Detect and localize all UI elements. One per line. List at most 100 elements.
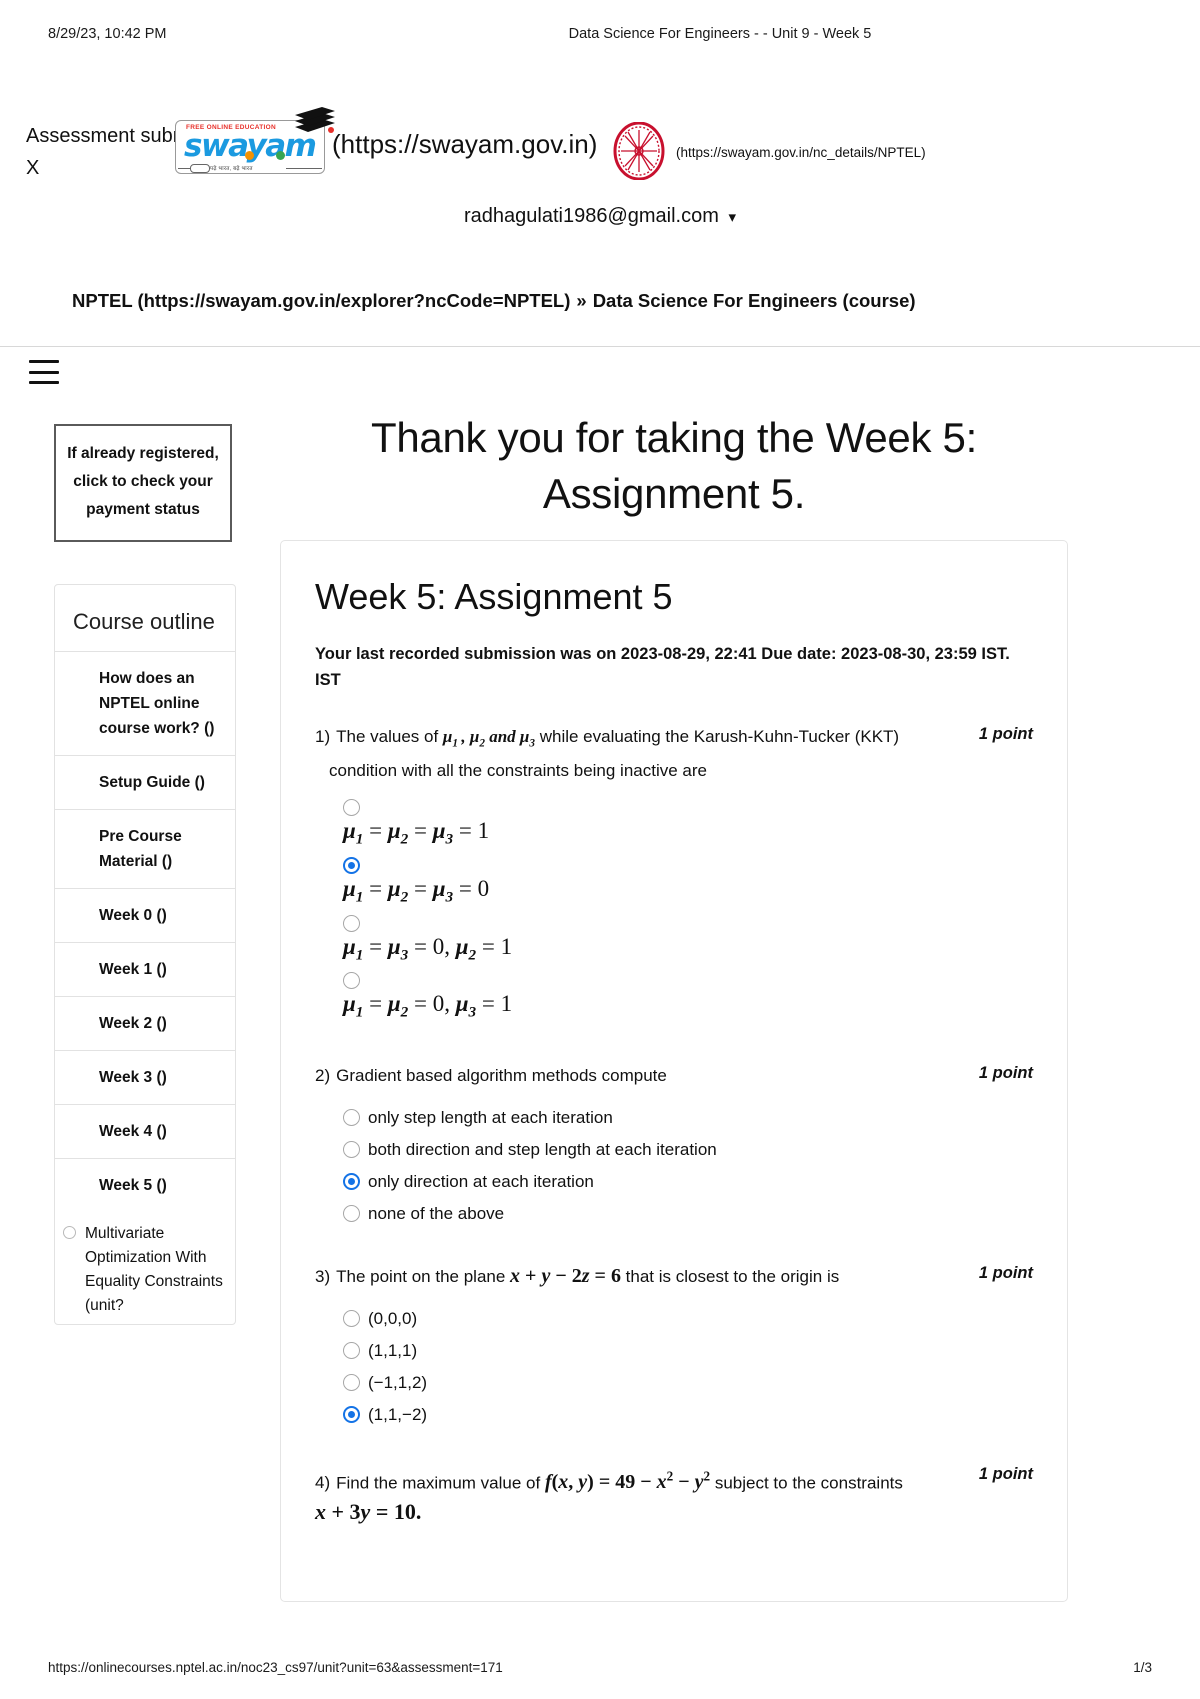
sidebar: If already registered, click to check yo… — [54, 424, 236, 1325]
sidebar-item-pre-course-material[interactable]: Pre Course Material () — [55, 809, 235, 888]
breadcrumb-divider — [0, 346, 1200, 347]
assessment-banner-text: Assessment subm — [26, 125, 190, 147]
option-row[interactable]: (0,0,0) — [343, 1305, 1033, 1333]
option-label: μ1 = μ2 = μ3 = 0 — [343, 875, 490, 906]
nptel-details-link[interactable]: (https://swayam.gov.in/nc_details/NPTEL) — [676, 145, 926, 160]
question-2-points: 1 point — [978, 1063, 1033, 1082]
hamburger-bar-1 — [29, 360, 59, 363]
course-outline-title: Course outline — [73, 609, 215, 634]
option-label: (1,1,−2) — [368, 1404, 428, 1424]
question-3-number: 3) — [315, 1266, 331, 1286]
course-outline-card: Course outline How does an NPTEL online … — [54, 584, 236, 1325]
question-2-body: Gradient based algorithm methods compute — [336, 1065, 667, 1085]
question-4-text-before: Find the maximum value of — [336, 1473, 545, 1493]
option-row[interactable]: none of the above — [343, 1200, 1033, 1228]
question-3-options: (0,0,0) (1,1,1) (−1,1,2) (1,1,−2) — [315, 1305, 1033, 1429]
books-icon — [295, 107, 335, 133]
sidebar-subitem-multivariate-optimization[interactable]: Multivariate Optimization With Equality … — [55, 1212, 235, 1324]
question-4: 4) Find the maximum value of f(x, y) = 49… — [315, 1463, 1033, 1528]
question-1-points: 1 point — [978, 725, 1033, 743]
sidebar-item-week-0[interactable]: Week 0 () — [55, 888, 235, 942]
print-page: 8/29/23, 10:42 PM Data Science For Engin… — [0, 0, 1200, 1699]
swayam-orange-dot — [245, 151, 254, 160]
swayam-tagline: पढ़े भारत, बढ़े भारत — [210, 166, 253, 172]
account-email-label: radhagulati1986@gmail.com — [464, 205, 719, 227]
plug-icon — [182, 164, 210, 173]
option-label: only direction at each iteration — [368, 1171, 594, 1191]
close-icon[interactable]: X — [26, 152, 189, 184]
question-2-header: 2) Gradient based algorithm methods compu… — [315, 1062, 1033, 1090]
radio-icon[interactable] — [343, 1205, 360, 1223]
question-4-points: 1 point — [978, 1464, 1033, 1483]
radio-icon[interactable] — [343, 799, 360, 817]
option-row[interactable]: μ1 = μ2 = μ3 = 1 — [343, 799, 1033, 855]
option-row[interactable]: (1,1,1) — [343, 1337, 1033, 1365]
sidebar-subitem-label: Multivariate Optimization With Equality … — [85, 1225, 223, 1314]
radio-icon[interactable] — [343, 1406, 360, 1424]
account-menu[interactable]: radhagulati1986@gmail.com ▾ — [0, 205, 1200, 228]
option-label: μ1 = μ2 = μ3 = 1 — [343, 818, 490, 848]
print-page-number: 1/3 — [1133, 1660, 1152, 1675]
option-row[interactable]: (1,1,−2) — [343, 1401, 1033, 1429]
breadcrumb-separator: » — [576, 290, 587, 311]
question-4-text: 4) Find the maximum value of f(x, y) = 49… — [315, 1463, 941, 1528]
breadcrumb-item-nptel[interactable]: NPTEL (https://swayam.gov.in/explorer?nc… — [72, 290, 570, 311]
radio-icon[interactable] — [343, 1342, 360, 1360]
radio-icon[interactable] — [343, 856, 360, 874]
option-label: μ1 = μ3 = 0, μ2 = 1 — [343, 933, 513, 964]
option-row[interactable]: μ1 = μ2 = μ3 = 0 — [343, 856, 1033, 913]
nptel-emblem-icon[interactable] — [613, 122, 665, 180]
question-4-text-after: subject to the constraints — [710, 1473, 903, 1493]
option-row[interactable]: μ1 = μ2 = 0, μ3 = 1 — [343, 972, 1033, 1028]
question-3-equation: x + y − 2z = 6 — [510, 1264, 621, 1287]
sidebar-item-week-1[interactable]: Week 1 () — [55, 942, 235, 996]
question-3-text-after: that is closest to the origin is — [620, 1266, 840, 1286]
question-3-text-before: The point on the plane — [336, 1266, 511, 1286]
swayam-url-link[interactable]: (https://swayam.gov.in) — [332, 129, 597, 160]
question-1-text-part1: The values of — [336, 727, 443, 746]
sidebar-item-week-2[interactable]: Week 2 () — [55, 996, 235, 1050]
radio-icon[interactable] — [343, 1310, 360, 1328]
question-2-number: 2) — [315, 1065, 331, 1085]
sidebar-item-week-5[interactable]: Week 5 () — [55, 1158, 235, 1212]
question-1-text: 1) The values of μ1 , μ2 and μ3 while eva… — [315, 723, 941, 785]
question-2-options: only step length at each iteration both … — [315, 1104, 1033, 1228]
sidebar-item-how-nptel-works[interactable]: How does an NPTEL online course work? () — [55, 651, 235, 755]
breadcrumb-item-course[interactable]: Data Science For Engineers (course) — [593, 290, 916, 311]
question-3-header: 3) The point on the plane x + y − 2z = 6 … — [315, 1262, 1033, 1291]
question-2-text: 2) Gradient based algorithm methods compu… — [315, 1062, 941, 1090]
question-1-options: μ1 = μ2 = μ3 = 1 μ1 = μ2 = μ3 = 0 μ1 = μ… — [315, 799, 1033, 1027]
payment-status-button[interactable]: If already registered, click to check yo… — [54, 424, 232, 542]
radio-icon[interactable] — [343, 1173, 360, 1191]
assessment-submitted-banner: Assessment subm X — [26, 120, 189, 184]
sidebar-item-week-3[interactable]: Week 3 () — [55, 1050, 235, 1104]
logo-rule-right — [286, 168, 322, 169]
radio-icon[interactable] — [343, 972, 360, 990]
sidebar-item-week-4[interactable]: Week 4 () — [55, 1104, 235, 1158]
swayam-green-dot — [276, 151, 285, 160]
option-row[interactable]: only direction at each iteration — [343, 1168, 1033, 1196]
option-row[interactable]: only step length at each iteration — [343, 1104, 1033, 1132]
breadcrumb: NPTEL (https://swayam.gov.in/explorer?nc… — [0, 290, 1200, 312]
chevron-down-icon: ▾ — [728, 209, 736, 226]
option-label: only step length at each iteration — [368, 1107, 613, 1127]
hamburger-menu-icon[interactable] — [29, 360, 59, 384]
question-2: 2) Gradient based algorithm methods compu… — [315, 1062, 1033, 1228]
sidebar-item-setup-guide[interactable]: Setup Guide () — [55, 755, 235, 809]
question-4-constraint: x + 3y = 10. — [315, 1499, 422, 1525]
swayam-logo[interactable]: FREE ONLINE EDUCATION swayam पढ़े भारत, … — [175, 107, 335, 174]
radio-icon[interactable] — [343, 1374, 360, 1392]
option-label: none of the above — [368, 1203, 505, 1223]
option-row[interactable]: μ1 = μ3 = 0, μ2 = 1 — [343, 914, 1033, 971]
question-4-header: 4) Find the maximum value of f(x, y) = 49… — [315, 1463, 1033, 1528]
radio-icon[interactable] — [343, 1141, 360, 1159]
main-content: Thank you for taking the Week 5: Assignm… — [280, 410, 1068, 1603]
question-4-equation: f(x, y) = 49 − x2 − y2 — [544, 1468, 711, 1494]
option-row[interactable]: (−1,1,2) — [343, 1369, 1033, 1397]
radio-icon[interactable] — [63, 1226, 76, 1239]
option-row[interactable]: both direction and step length at each i… — [343, 1136, 1033, 1164]
radio-icon[interactable] — [343, 914, 360, 932]
print-footer: https://onlinecourses.nptel.ac.in/noc23_… — [0, 1660, 1200, 1675]
radio-icon[interactable] — [343, 1109, 360, 1127]
option-label: (0,0,0) — [368, 1308, 418, 1328]
